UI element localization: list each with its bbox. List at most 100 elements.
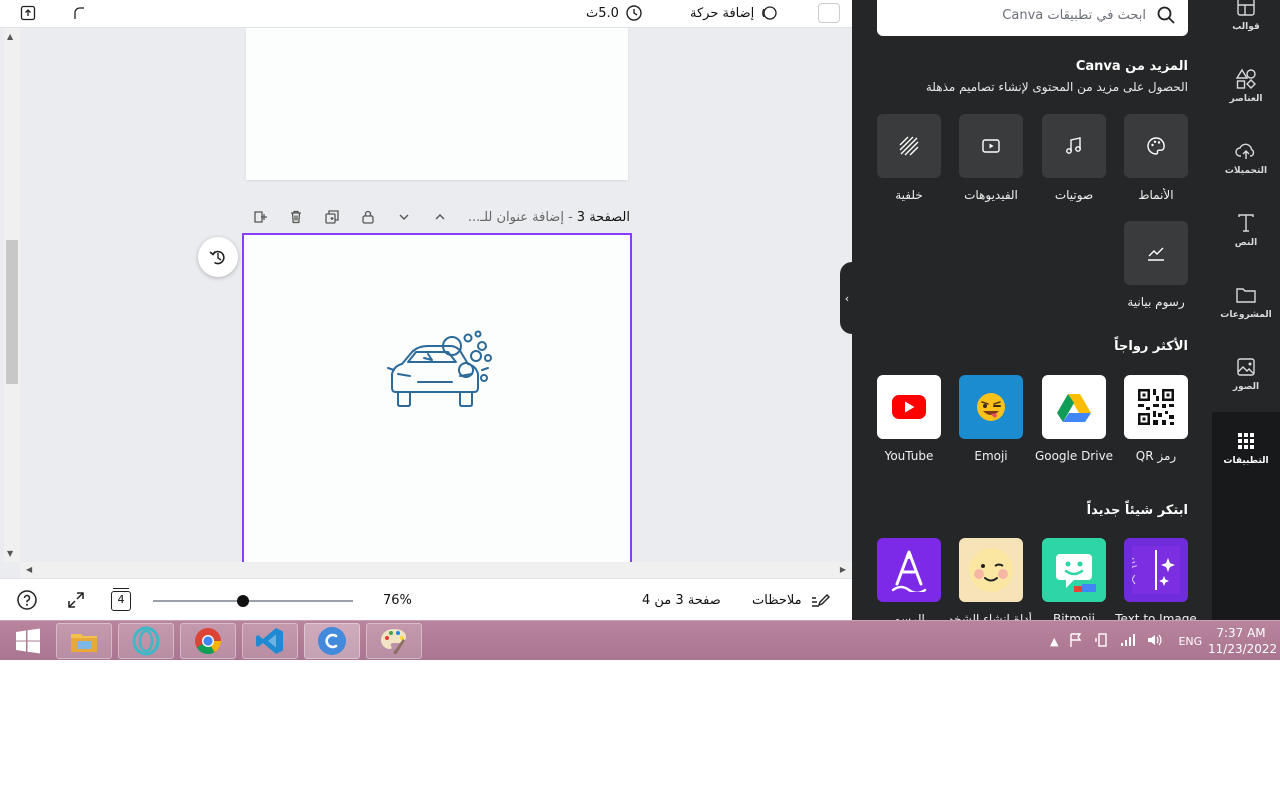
background-label: خلفية xyxy=(895,188,923,202)
background-pattern-icon xyxy=(899,136,919,156)
rail-photos[interactable]: الصور xyxy=(1212,338,1280,410)
add-animation-button[interactable]: إضافة حركة xyxy=(690,0,778,26)
editor-status-bar: 4 76% صفحة 3 من 4 ملاحظات xyxy=(0,578,852,620)
rail-elements[interactable]: العناصر xyxy=(1212,50,1280,122)
network-icon[interactable] xyxy=(1120,632,1136,651)
page-title: الصفحة 3 xyxy=(576,209,630,225)
text-to-image-icon: TE X xyxy=(1132,546,1180,594)
upload-cloud-icon xyxy=(1235,143,1255,159)
taskbar-opera[interactable] xyxy=(118,623,174,659)
taskbar-paint[interactable] xyxy=(366,623,422,659)
volume-icon[interactable] xyxy=(1146,632,1163,651)
windows-taskbar: ▲ ENG 7:37 AM 11/23/2022 xyxy=(0,620,1280,660)
taskbar-chrome[interactable] xyxy=(180,623,236,659)
design-page-3[interactable] xyxy=(242,233,632,578)
chevron-down-icon[interactable] xyxy=(394,207,414,227)
page-indicator: صفحة 3 من 4 xyxy=(642,592,721,608)
chevron-up-icon[interactable] xyxy=(430,207,450,227)
taskbar-file-explorer[interactable] xyxy=(56,623,112,659)
power-icon[interactable] xyxy=(1094,632,1110,651)
apps-search-box[interactable] xyxy=(877,0,1188,36)
rail-uploads-label: التحميلات xyxy=(1224,166,1268,176)
system-clock[interactable]: 7:37 AM 11/23/2022 xyxy=(1208,625,1278,657)
color-swatch-button[interactable] xyxy=(816,0,840,26)
animation-icon xyxy=(762,6,777,20)
emoji-app[interactable] xyxy=(959,375,1023,439)
desktop-screen: 5.0ث إضافة حركة ▲ ▼ الصفحة 3 - إضافة عنو… xyxy=(0,0,1280,660)
youtube-app[interactable] xyxy=(877,375,941,439)
notes-label: ملاحظات xyxy=(752,592,802,608)
editor-top-toolbar: 5.0ث إضافة حركة xyxy=(0,0,852,28)
page-grid-button[interactable]: 4 xyxy=(108,579,132,621)
add-page-icon[interactable] xyxy=(250,207,270,227)
car-wash-icon[interactable] xyxy=(384,330,496,414)
zoom-slider[interactable] xyxy=(153,595,353,607)
draw-icon xyxy=(891,550,927,592)
notes-button[interactable]: ملاحظات xyxy=(752,579,830,621)
duplicate-page-icon[interactable] xyxy=(322,207,342,227)
show-hidden-icons-icon[interactable]: ▲ xyxy=(1050,635,1058,648)
palette-icon xyxy=(1147,137,1165,155)
charts-tile[interactable] xyxy=(1124,221,1188,285)
styles-tile[interactable] xyxy=(1124,114,1188,178)
templates-icon xyxy=(1237,0,1255,16)
upload-icon[interactable] xyxy=(20,0,36,26)
hide-panel-button[interactable]: ‹ xyxy=(840,262,854,334)
audio-tile[interactable] xyxy=(1042,114,1106,178)
clock-date: 11/23/2022 xyxy=(1208,642,1278,656)
zoom-level[interactable]: 76% xyxy=(383,579,412,621)
rail-templates-label: قوالب xyxy=(1232,22,1260,32)
horizontal-scrollbar[interactable]: ◀ ▶ xyxy=(20,562,852,578)
taskbar-canva[interactable] xyxy=(304,623,360,659)
trash-icon[interactable] xyxy=(286,207,306,227)
vertical-scrollbar[interactable]: ▲ ▼ xyxy=(4,28,20,562)
zoom-slider-knob[interactable] xyxy=(237,595,249,607)
videos-tile[interactable] xyxy=(959,114,1023,178)
google-drive-app[interactable] xyxy=(1042,375,1106,439)
qr-code-app[interactable] xyxy=(1124,375,1188,439)
rail-text[interactable]: النص xyxy=(1212,194,1280,266)
notes-pencil-icon xyxy=(811,594,830,607)
system-tray: ▲ ENG xyxy=(1050,621,1202,660)
video-icon xyxy=(982,139,1000,153)
text-to-image-app[interactable]: TE X xyxy=(1124,538,1188,602)
rail-text-label: النص xyxy=(1234,238,1258,248)
add-page-title-field[interactable]: - إضافة عنوان للـ... xyxy=(468,210,573,225)
vertical-scrollbar-thumb[interactable] xyxy=(6,240,18,384)
background-tile[interactable] xyxy=(877,114,941,178)
folder-icon xyxy=(1236,288,1256,303)
photo-icon xyxy=(1237,358,1255,376)
draw-app[interactable] xyxy=(877,538,941,602)
text-icon xyxy=(1238,214,1254,232)
elements-icon xyxy=(1235,68,1256,89)
rail-templates[interactable]: قوالب xyxy=(1212,0,1280,50)
start-button[interactable] xyxy=(4,623,52,659)
apps-search-input[interactable] xyxy=(906,7,1146,23)
google-drive-icon xyxy=(1057,394,1091,422)
bitmoji-app[interactable] xyxy=(1042,538,1106,602)
rail-projects-label: المشروعات xyxy=(1220,310,1272,320)
videos-label: الفيديوهات xyxy=(964,188,1018,202)
emoji-icon xyxy=(977,393,1005,421)
rotate-button[interactable] xyxy=(198,237,238,277)
audio-label: صوتيات xyxy=(1054,188,1094,202)
help-icon[interactable] xyxy=(16,579,38,621)
lock-icon[interactable] xyxy=(358,207,378,227)
fullscreen-icon[interactable] xyxy=(66,579,86,621)
rail-projects[interactable]: المشروعات xyxy=(1212,266,1280,338)
input-language[interactable]: ENG xyxy=(1178,635,1202,648)
action-center-flag-icon[interactable] xyxy=(1068,632,1084,651)
character-builder-app[interactable] xyxy=(959,538,1023,602)
rail-uploads[interactable]: التحميلات xyxy=(1212,122,1280,194)
qr-code-label: رمز QR xyxy=(1135,449,1177,463)
page-count-badge: 4 xyxy=(117,593,125,606)
curve-tool-icon[interactable] xyxy=(72,0,88,26)
google-drive-label: Google Drive xyxy=(1034,449,1114,463)
chevron-left-icon: ‹ xyxy=(844,291,850,305)
duration-control[interactable]: 5.0ث xyxy=(586,0,643,26)
taskbar-vscode[interactable] xyxy=(242,623,298,659)
youtube-label: YouTube xyxy=(884,449,934,463)
canva-icon xyxy=(318,627,346,655)
design-page-2[interactable] xyxy=(246,28,628,180)
rail-apps[interactable]: التطبيقات xyxy=(1212,412,1280,484)
